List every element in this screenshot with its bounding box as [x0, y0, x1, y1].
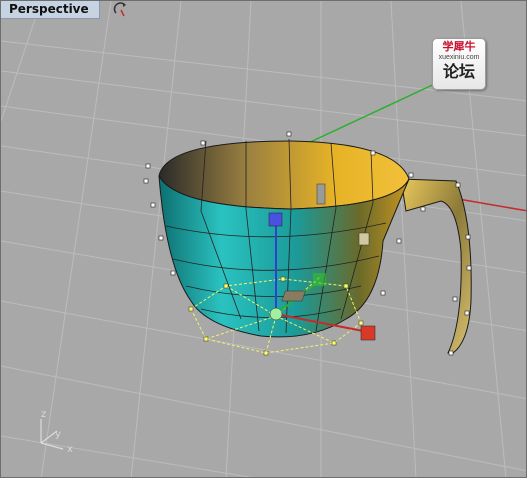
- viewport-title-tab[interactable]: Perspective: [1, 1, 100, 19]
- cup-handle[interactable]: [400, 178, 472, 354]
- axis-label-z: z: [41, 409, 46, 420]
- watermark-line3: 论坛: [442, 62, 475, 81]
- world-y-axis: [290, 80, 442, 152]
- axis-label-x: x: [67, 444, 73, 455]
- watermark-badge: 学犀牛 xuexiniu.com 论坛: [432, 38, 486, 90]
- perspective-viewport[interactable]: z y x Perspective 学犀牛 xuexiniu.com 论坛: [0, 0, 527, 478]
- watermark-line1: 学犀牛: [442, 40, 476, 53]
- axis-label-y: y: [55, 429, 61, 440]
- rotate-view-icon[interactable]: [113, 2, 129, 18]
- watermark-line2: xuexiniu.com: [438, 54, 480, 61]
